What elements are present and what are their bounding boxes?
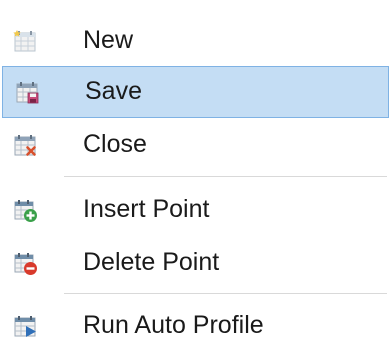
menu-item-label: Run Auto Profile bbox=[83, 310, 264, 339]
menu-item-label: Close bbox=[83, 129, 147, 158]
menu-item-label: New bbox=[83, 25, 134, 54]
menu-item-label: Save bbox=[85, 76, 142, 105]
menu-item-insert-point[interactable]: Insert Point bbox=[0, 184, 391, 236]
menu-item-save[interactable]: Save bbox=[2, 66, 389, 118]
menu-separator bbox=[64, 176, 387, 177]
menu-item-new[interactable]: New bbox=[0, 15, 391, 67]
calendar-run-icon bbox=[14, 316, 36, 337]
menu-item-label: Insert Point bbox=[83, 194, 210, 223]
calendar-save-icon bbox=[16, 82, 39, 104]
calendar-close-icon bbox=[14, 135, 36, 156]
calendar-insert-point-icon bbox=[14, 200, 37, 222]
menu-separator bbox=[64, 293, 387, 294]
menu-item-run-auto-profile[interactable]: Run Auto Profile bbox=[0, 300, 391, 350]
context-menu: New Save Close Insert Point Delete Point… bbox=[0, 0, 391, 350]
menu-item-delete-point[interactable]: Delete Point bbox=[0, 237, 391, 289]
menu-item-label: Delete Point bbox=[83, 247, 220, 276]
calendar-new-icon bbox=[13, 30, 36, 52]
menu-item-close[interactable]: Close bbox=[0, 119, 391, 171]
calendar-delete-point-icon bbox=[14, 253, 37, 275]
